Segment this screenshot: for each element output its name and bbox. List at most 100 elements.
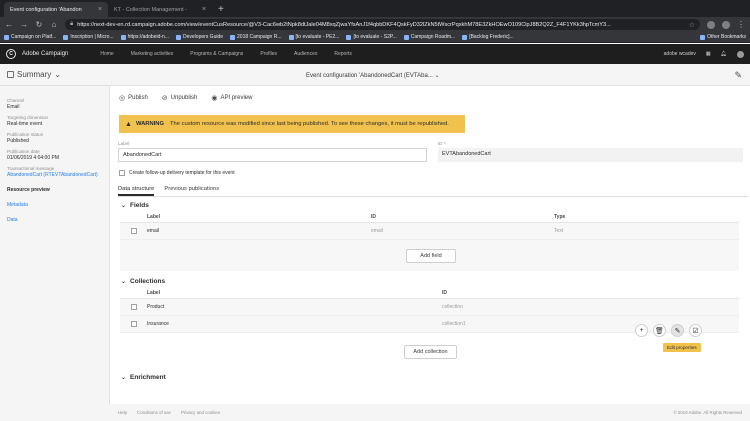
label-input[interactable]: AbandonedCart (118, 148, 427, 162)
add-icon[interactable]: + (635, 324, 648, 337)
nav-reports[interactable]: Reports (334, 51, 352, 57)
unpublish-button[interactable]: ⊘ Unpublish (162, 94, 198, 102)
edit-properties-icon[interactable]: ✎ (671, 324, 684, 337)
add-field-button[interactable]: Add field (406, 249, 456, 263)
bookmarks-bar: Campaign on Platf... Inscription | Micro… (0, 32, 750, 43)
chevron-down-icon: ⌄ (121, 203, 127, 209)
apps-grid-icon[interactable]: ▦ (706, 51, 711, 57)
bookmark-item[interactable]: https://adobeid-n... (120, 34, 169, 40)
bookmark-item[interactable]: [to evaluate - S2P... (346, 34, 397, 40)
new-tab-icon[interactable]: + (218, 4, 224, 15)
cell-id: collection (442, 304, 463, 310)
menu-icon[interactable]: ⋮ (737, 20, 745, 29)
main-content: ◎ Publish ⊘ Unpublish ◉ API preview ▲ WARNI… (111, 86, 750, 421)
followup-label: Create follow-up delivery template for t… (129, 170, 235, 176)
followup-checkbox-row[interactable]: Create follow-up delivery template for t… (119, 170, 235, 176)
collections-section-header[interactable]: ⌄ Collections (121, 278, 165, 285)
favicon-icon (230, 34, 236, 40)
copyright-text: © 2019 Adobe. All Rights Reserved (673, 410, 742, 415)
table-header: Label ID Type (120, 211, 739, 223)
table-row[interactable]: Product collection (120, 299, 739, 316)
footer-help-link[interactable]: Help (118, 410, 127, 415)
followup-checkbox[interactable] (119, 170, 125, 176)
enrichment-panel (120, 387, 739, 397)
row-checkbox[interactable] (130, 304, 137, 310)
bookmark-item[interactable]: 2018 Campaign R... (230, 34, 282, 40)
publication-date-label: Publication date (7, 149, 40, 154)
chevron-down-icon: ⌄ (121, 375, 127, 381)
star-icon[interactable]: ☆ (689, 21, 695, 29)
extension-icon[interactable] (707, 20, 715, 29)
section-metadata[interactable]: Metadata (7, 202, 102, 208)
section-resource-preview[interactable]: Resource preview (7, 187, 102, 193)
bookmark-item[interactable]: [Backlog Frederic]... (462, 34, 514, 40)
reload-icon[interactable]: ↻ (35, 20, 43, 29)
fields-section-header[interactable]: ⌄ Fields (121, 202, 149, 209)
tab-previous-publications[interactable]: Previous publications (164, 186, 219, 196)
browser-tab-collection-mgmt[interactable]: KT - Collection Management - × (108, 2, 212, 17)
avatar[interactable] (737, 50, 744, 58)
app-header: C Adobe Campaign Home Marketing activiti… (0, 44, 750, 64)
browser-tab-title: KT - Collection Management - (114, 6, 187, 13)
back-icon[interactable]: ← (5, 20, 13, 29)
section-data[interactable]: Data (7, 217, 102, 223)
add-collection-button[interactable]: Add collection (404, 345, 457, 359)
footer-privacy-link[interactable]: Privacy and cookies (181, 410, 220, 415)
publication-status-value: Published (7, 138, 29, 144)
enrichment-section-header[interactable]: ⌄ Enrichment (121, 374, 166, 381)
tab-data-structure[interactable]: Data structure (118, 186, 155, 196)
chevron-down-icon: ⌄ (434, 73, 440, 79)
forward-icon[interactable]: → (20, 20, 28, 29)
warning-prefix: WARNING (135, 121, 164, 127)
user-name[interactable]: adobe wcadev (664, 51, 696, 57)
bookmark-item[interactable]: Campaign Roadm... (403, 34, 455, 40)
bookmark-item[interactable]: Developers Guide (176, 34, 223, 40)
column-label: Label (147, 289, 161, 296)
other-bookmarks[interactable]: Other Bookmarks (700, 34, 746, 40)
action-bar: ◎ Publish ⊘ Unpublish ◉ API preview (119, 94, 252, 102)
panel-icon (7, 71, 14, 78)
id-field: EVTAbandonedCart (438, 148, 743, 162)
table-row[interactable]: email email Text (120, 223, 739, 240)
close-icon[interactable]: × (202, 6, 206, 13)
home-icon[interactable]: ⌂ (50, 20, 58, 29)
main-nav: Home Marketing activities Programs & Cam… (100, 51, 352, 57)
row-checkbox[interactable] (130, 321, 137, 327)
publication-status-label: Publication status (7, 132, 44, 137)
row-actions: + 🗑︎ ✎ ☑ (635, 324, 702, 337)
favicon-icon (403, 34, 409, 40)
favicon-icon (120, 34, 126, 40)
publish-button[interactable]: ◎ Publish (119, 94, 148, 102)
favicon-icon (176, 34, 181, 40)
edit-icon[interactable]: ☑ (689, 324, 702, 337)
close-icon[interactable]: × (98, 6, 102, 13)
api-preview-button[interactable]: ◉ API preview (211, 94, 252, 102)
url-text: https://next-dev-en.rd.campaign.adobe.co… (77, 21, 611, 28)
favicon-icon (462, 34, 468, 40)
browser-tab-strip: Event configuration 'Abandon × KT - Coll… (0, 0, 750, 17)
transactional-message-link[interactable]: AbandonedCart (RTEVTAbandonedCart) (7, 172, 102, 178)
bookmark-item[interactable]: Campaign on Platf... (4, 34, 56, 40)
page-title[interactable]: Event configuration 'AbandonedCart (EVTA… (306, 72, 439, 79)
footer-conditions-link[interactable]: Conditions of use (137, 410, 171, 415)
nav-audiences[interactable]: Audiences (294, 51, 317, 57)
address-bar[interactable]: 🔒︎ https://next-dev-en.rd.campaign.adobe… (65, 19, 700, 30)
nav-marketing-activities[interactable]: Marketing activities (131, 51, 174, 57)
nav-home[interactable]: Home (100, 51, 113, 57)
profile-avatar[interactable] (722, 20, 730, 29)
bookmark-item[interactable]: Inscription | Micro... (63, 34, 114, 40)
favicon-icon (63, 34, 69, 40)
browser-tab-title: Event configuration 'Abandon (10, 6, 82, 13)
nav-programs-campaigns[interactable]: Programs & Campaigns (190, 51, 243, 57)
adobe-campaign-logo-icon[interactable]: C (6, 49, 16, 59)
cell-type: Text (554, 228, 564, 234)
notifications-bell-icon[interactable]: 🔔︎ (721, 51, 727, 57)
row-checkbox[interactable] (130, 228, 137, 234)
browser-tab-event-config[interactable]: Event configuration 'Abandon × (4, 2, 108, 17)
bookmark-item[interactable]: [to evaluate - PE2... (288, 34, 339, 40)
nav-profiles[interactable]: Profiles (260, 51, 277, 57)
summary-toggle-button[interactable]: Summary ⌄ (7, 70, 61, 79)
channel-label: Channel (7, 98, 25, 103)
delete-trash-icon[interactable]: 🗑︎ (653, 324, 666, 337)
edit-pencil-icon[interactable]: ✎ (734, 70, 742, 81)
